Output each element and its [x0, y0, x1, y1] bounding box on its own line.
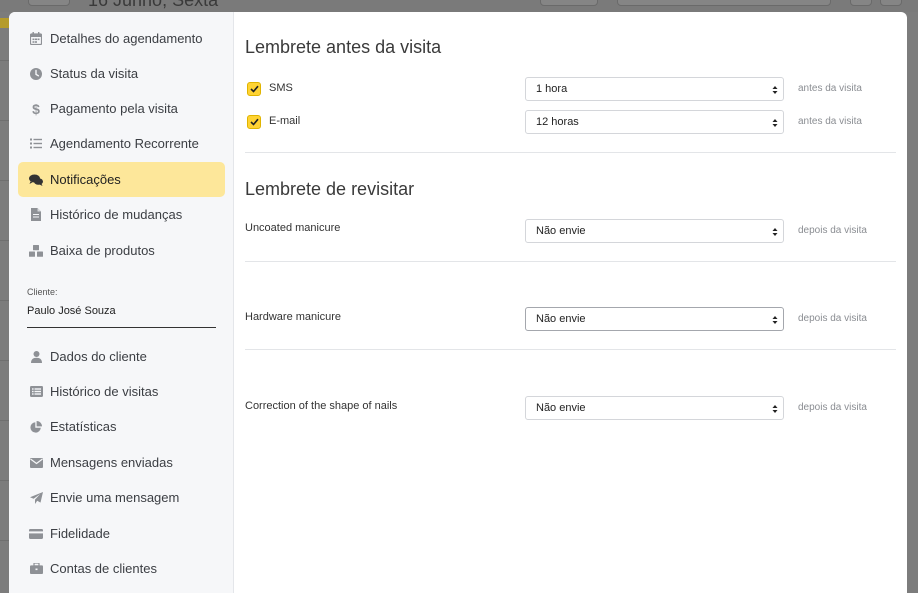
user-icon	[29, 350, 43, 364]
pie-chart-icon	[29, 420, 43, 434]
sidebar-item-change-history[interactable]: Histórico de mudanças	[18, 197, 225, 232]
background-gridline	[0, 180, 9, 181]
boxes-icon	[29, 244, 43, 258]
sidebar-item-client-data[interactable]: Dados do cliente	[18, 339, 225, 374]
comments-icon	[29, 173, 43, 187]
sidebar-item-label: Status da visita	[50, 66, 139, 81]
credit-card-icon	[29, 527, 43, 541]
list-alt-icon	[29, 385, 43, 399]
sidebar-item-label: Histórico de visitas	[50, 384, 159, 399]
sidebar-item-recurring[interactable]: Agendamento Recorrente	[18, 126, 225, 161]
email-label: E-mail	[269, 115, 301, 127]
sms-label: SMS	[269, 82, 293, 94]
clock-icon	[29, 67, 43, 81]
sidebar-item-appointment-details[interactable]: Detalhes do agendamento	[18, 21, 225, 56]
sidebar-item-label: Baixa de produtos	[50, 243, 155, 258]
sidebar-item-notifications[interactable]: Notificações	[18, 162, 225, 197]
select-value: Não envie	[536, 225, 586, 237]
sidebar-item-label: Envie uma mensagem	[50, 490, 180, 505]
email-suffix: antes da visita	[798, 116, 862, 127]
select-arrows-icon	[772, 405, 778, 413]
select-arrows-icon	[772, 228, 778, 236]
background-gridline	[0, 240, 9, 241]
background-title: 16 Junho, Sexta	[88, 0, 219, 10]
background-button	[880, 0, 902, 6]
background-gridline	[0, 480, 9, 481]
select-value: Não envie	[536, 402, 586, 414]
revisit-suffix: depois da visita	[798, 313, 867, 324]
envelope-icon	[29, 456, 43, 470]
sms-time-select[interactable]: 1 hora	[525, 77, 784, 101]
service-label: Hardware manicure	[245, 311, 341, 323]
sidebar: Detalhes do agendamento Status da visita…	[9, 12, 234, 593]
sidebar-item-label: Dados do cliente	[50, 349, 147, 364]
sidebar-item-client-accounts[interactable]: Contas de clientes	[18, 551, 225, 586]
revisit-section-title: Lembrete de revisitar	[245, 179, 415, 199]
check-icon	[249, 85, 259, 93]
background-gridline	[0, 540, 9, 541]
service-label: Uncoated manicure	[245, 222, 341, 234]
email-checkbox[interactable]	[247, 115, 261, 129]
select-value: Não envie	[536, 313, 586, 325]
sidebar-item-statistics[interactable]: Estatísticas	[18, 409, 225, 444]
dollar-icon: $	[32, 100, 40, 117]
background-event-tag	[0, 18, 9, 28]
paper-plane-icon	[29, 491, 43, 505]
revisit-suffix: depois da visita	[798, 402, 867, 413]
background-gridline	[0, 360, 9, 361]
select-arrows-icon	[772, 86, 778, 94]
background-button	[850, 0, 872, 6]
background-button	[540, 0, 598, 6]
sidebar-item-visit-history[interactable]: Histórico de visitas	[18, 374, 225, 409]
sidebar-item-label: Fidelidade	[50, 526, 110, 541]
revisit-select-nail-shape-correction[interactable]: Não envie	[525, 396, 784, 420]
sidebar-item-visit-status[interactable]: Status da visita	[18, 56, 225, 91]
background-gridline	[0, 60, 9, 61]
sidebar-item-sent-messages[interactable]: Mensagens enviadas	[18, 445, 225, 480]
background-gridline	[0, 420, 9, 421]
sidebar-item-send-message[interactable]: Envie uma mensagem	[18, 480, 225, 515]
briefcase-icon	[29, 562, 43, 576]
select-value: 1 hora	[536, 83, 568, 95]
list-icon	[29, 137, 43, 151]
background-nav-button	[28, 0, 70, 6]
service-label: Correction of the shape of nails	[245, 400, 398, 412]
sidebar-item-label: Estatísticas	[50, 419, 117, 434]
select-arrows-icon	[772, 119, 778, 127]
row-divider	[245, 261, 896, 262]
section-divider	[245, 152, 896, 153]
revisit-suffix: depois da visita	[798, 225, 867, 236]
client-name: Paulo José Souza	[27, 304, 216, 328]
sidebar-item-label: Agendamento Recorrente	[50, 136, 199, 151]
sidebar-item-loyalty[interactable]: Fidelidade	[18, 516, 225, 551]
sidebar-item-label: Pagamento pela visita	[50, 101, 178, 116]
notifications-panel: Lembrete antes da visita SMS 1 hora ante…	[235, 12, 907, 593]
check-icon	[249, 118, 259, 126]
background-view-switch	[617, 0, 831, 6]
file-icon	[29, 208, 43, 222]
select-value: 12 horas	[536, 116, 579, 128]
calendar-icon	[29, 32, 43, 46]
sms-checkbox[interactable]	[247, 82, 261, 96]
reminder-section-title: Lembrete antes da visita	[245, 37, 442, 57]
sidebar-item-product-writeoff[interactable]: Baixa de produtos	[18, 233, 225, 268]
sidebar-item-label: Detalhes do agendamento	[50, 31, 203, 46]
revisit-select-uncoated-manicure[interactable]: Não envie	[525, 219, 784, 243]
row-divider	[245, 349, 896, 350]
client-caption: Cliente:	[27, 287, 58, 297]
appointment-modal: Detalhes do agendamento Status da visita…	[9, 12, 907, 593]
sidebar-item-label: Contas de clientes	[50, 561, 157, 576]
select-arrows-icon	[772, 316, 778, 324]
sidebar-item-label: Notificações	[50, 172, 121, 187]
revisit-select-hardware-manicure[interactable]: Não envie	[525, 307, 784, 331]
background-gridline	[0, 300, 9, 301]
sidebar-item-payment[interactable]: $ Pagamento pela visita	[18, 91, 225, 126]
sms-suffix: antes da visita	[798, 83, 862, 94]
sidebar-item-label: Histórico de mudanças	[50, 207, 183, 222]
background-gridline	[0, 120, 9, 121]
sidebar-item-label: Mensagens enviadas	[50, 455, 173, 470]
email-time-select[interactable]: 12 horas	[525, 110, 784, 134]
